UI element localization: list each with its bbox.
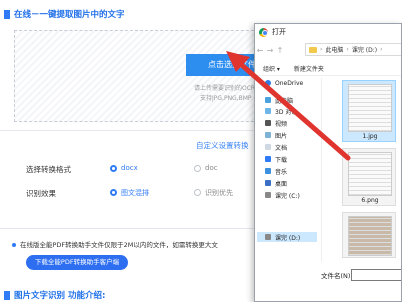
breadcrumb-sep-icon: › bbox=[380, 46, 383, 53]
option-mixed-label: 图文混排 bbox=[121, 189, 149, 197]
chrome-icon bbox=[259, 27, 268, 37]
custom-settings-link[interactable]: 自定义设置转换 bbox=[196, 140, 249, 151]
cloud-icon bbox=[265, 80, 271, 86]
notice-content: 在线版全能PDF转换助手文件仅限于2M以内的文件，如需转换更大文 bbox=[20, 241, 218, 249]
radio-recognition-first[interactable] bbox=[194, 189, 201, 196]
file-item[interactable]: 1.jpg bbox=[342, 80, 396, 142]
tree-item-downloads[interactable]: 下载 bbox=[265, 154, 287, 164]
page-title: 在线－一键提取图片中的文字 bbox=[14, 10, 125, 20]
up-arrow-icon[interactable]: ↑ bbox=[275, 46, 285, 55]
tree-item-this-pc[interactable]: 此电脑 bbox=[265, 95, 293, 105]
upload-dropzone[interactable] bbox=[14, 30, 274, 122]
divider bbox=[0, 130, 256, 131]
tree-item-3d-objects[interactable]: 3D 对象 bbox=[265, 106, 297, 116]
section2-title: 图片文字识别 功能介绍: bbox=[14, 291, 106, 301]
file-name: 6.png bbox=[361, 197, 379, 204]
new-folder-button[interactable]: 新建文件夹 bbox=[294, 64, 324, 73]
bullet-icon bbox=[12, 243, 16, 247]
nav-tree: OneDrive 此电脑 3D 对象 视频 图片 文档 下载 音乐 桌面 课完 … bbox=[255, 78, 317, 258]
filename-input[interactable] bbox=[351, 269, 401, 281]
folder-icon bbox=[309, 46, 317, 53]
forward-arrow-icon[interactable]: → bbox=[265, 46, 275, 55]
notice-text: 在线版全能PDF转换助手文件仅限于2M以内的文件，如需转换更大文 bbox=[12, 239, 218, 249]
upload-hint-line2: 支持JPG,PNG,BMP bbox=[200, 95, 252, 102]
video-icon bbox=[265, 120, 271, 126]
breadcrumb-item[interactable]: 此电脑 bbox=[325, 45, 343, 54]
file-grid: 1.jpg 6.png bbox=[321, 78, 401, 262]
breadcrumb-sep-icon: › bbox=[346, 46, 349, 53]
tree-item-desktop[interactable]: 桌面 bbox=[265, 178, 287, 188]
computer-icon bbox=[265, 97, 271, 103]
document-icon bbox=[265, 144, 271, 150]
option-docx-label: docx bbox=[121, 164, 138, 172]
section2-header: 图片文字识别 功能介绍: bbox=[0, 289, 105, 301]
tree-item-pictures[interactable]: 图片 bbox=[265, 130, 287, 140]
effect-label: 识别效果 bbox=[26, 189, 56, 198]
option-recognition-first-label: 识别优先 bbox=[205, 189, 233, 197]
file-thumbnail bbox=[348, 152, 392, 196]
radio-mixed[interactable] bbox=[110, 189, 117, 196]
select-file-button[interactable]: 点击选择文件 bbox=[186, 54, 258, 76]
tree-item-drive-d[interactable]: 课完 (D:) bbox=[257, 232, 317, 242]
option-doc-label: doc bbox=[205, 164, 218, 172]
radio-docx[interactable] bbox=[110, 165, 117, 172]
file-thumbnail bbox=[348, 84, 392, 132]
organize-menu[interactable]: 组织 ▾ bbox=[263, 64, 280, 73]
drive-icon bbox=[265, 234, 271, 240]
title-marker-icon bbox=[4, 9, 10, 19]
title-marker-icon bbox=[4, 290, 10, 300]
upload-hint-line1: 请上传需要识别的OCR bbox=[194, 85, 256, 92]
tree-item-videos[interactable]: 视频 bbox=[265, 118, 287, 128]
format-label: 选择转换格式 bbox=[26, 165, 71, 174]
download-client-button[interactable]: 下载全能PDF转换助手客户端 bbox=[26, 255, 128, 270]
section-header: 在线－一键提取图片中的文字 bbox=[0, 7, 125, 21]
tree-item-music[interactable]: 音乐 bbox=[265, 166, 287, 176]
breadcrumb-item[interactable]: 课完 (D:) bbox=[352, 45, 377, 54]
dialog-titlebar[interactable]: 打开 bbox=[255, 24, 401, 40]
breadcrumb[interactable]: › 此电脑 › 课完 (D:) › bbox=[305, 43, 401, 56]
tree-item-drive-c[interactable]: 课完 (C:) bbox=[265, 190, 300, 200]
file-open-dialog: 打开 ← → ↑ › 此电脑 › 课完 (D:) › 组织 ▾ 新建文件夹 On… bbox=[254, 23, 402, 302]
back-arrow-icon[interactable]: ← bbox=[255, 46, 265, 55]
divider bbox=[0, 228, 256, 229]
breadcrumb-sep-icon: › bbox=[320, 46, 323, 53]
dialog-address-bar: ← → ↑ › 此电脑 › 课完 (D:) › bbox=[255, 41, 401, 59]
picture-icon bbox=[265, 132, 271, 138]
file-item[interactable]: 6.png bbox=[342, 148, 396, 206]
cube-icon bbox=[265, 108, 271, 114]
filename-label: 文件名(N): bbox=[321, 272, 353, 280]
dialog-toolbar: 组织 ▾ 新建文件夹 bbox=[255, 62, 401, 76]
file-thumbnail bbox=[348, 216, 392, 256]
tree-item-onedrive[interactable]: OneDrive bbox=[265, 78, 303, 88]
music-icon bbox=[265, 168, 271, 174]
tree-item-documents[interactable]: 文档 bbox=[265, 142, 287, 152]
dialog-title: 打开 bbox=[272, 28, 286, 36]
download-icon bbox=[265, 156, 271, 162]
radio-doc[interactable] bbox=[194, 165, 201, 172]
file-name: 1.jpg bbox=[362, 133, 378, 140]
desktop-icon bbox=[265, 180, 271, 186]
file-item[interactable] bbox=[342, 212, 396, 258]
drive-icon bbox=[265, 192, 271, 198]
